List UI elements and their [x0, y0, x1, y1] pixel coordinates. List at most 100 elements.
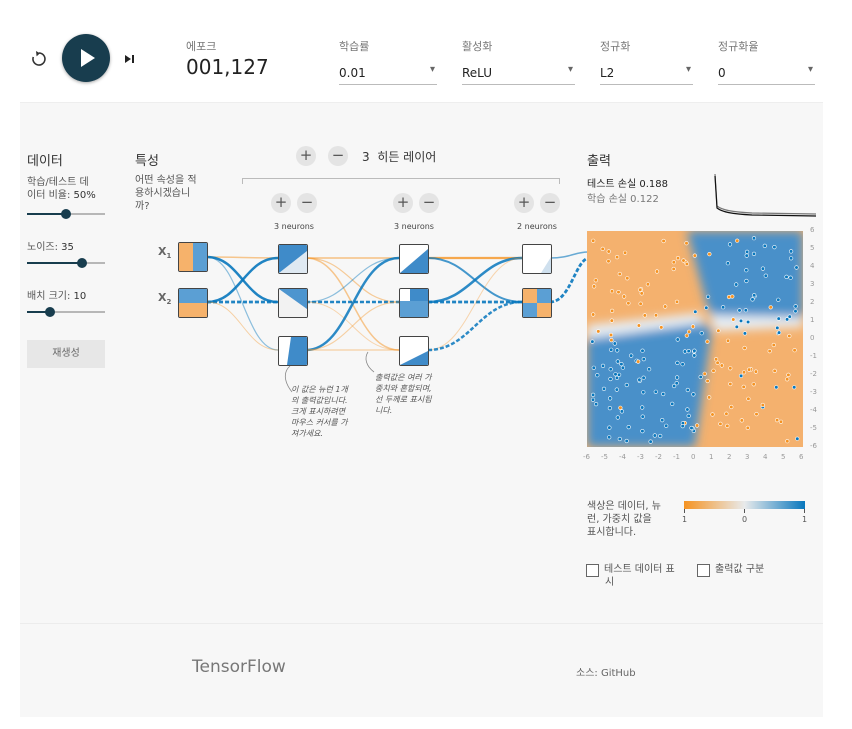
data-point — [692, 253, 697, 258]
hidden-neuron[interactable] — [278, 336, 308, 366]
data-point — [607, 406, 613, 411]
data-point — [674, 375, 680, 380]
legend-tick-label: 1 — [802, 515, 808, 524]
data-point — [612, 341, 617, 346]
data-point — [619, 409, 625, 414]
data-point — [745, 425, 750, 430]
hidden-neuron[interactable] — [278, 288, 308, 318]
data-point — [684, 261, 689, 267]
data-point — [718, 421, 723, 426]
data-point — [731, 317, 736, 322]
data-point — [591, 238, 596, 243]
annotation1-line: 마우스 커서를 가 — [291, 418, 348, 427]
data-point — [747, 367, 752, 372]
data-point — [614, 375, 620, 380]
y-tick-label: 6 — [810, 226, 815, 234]
data-point — [787, 333, 792, 339]
neuron-heatmap — [400, 245, 428, 273]
data-point — [661, 391, 666, 397]
hidden-neuron[interactable] — [399, 288, 429, 318]
data-point — [685, 407, 690, 412]
hidden-neuron[interactable] — [278, 244, 308, 274]
data-point — [640, 405, 645, 410]
hidden-neuron[interactable] — [522, 288, 552, 318]
data-point — [671, 266, 676, 272]
data-point — [610, 308, 615, 313]
x-tick-label: -3 — [637, 453, 644, 461]
feature-node-x1[interactable] — [178, 242, 208, 272]
neuron-heatmap — [523, 245, 551, 273]
data-point — [618, 405, 623, 410]
data-point — [692, 348, 697, 353]
data-point — [753, 369, 758, 374]
legend-text-line: 런, 가중치 값을 — [587, 514, 652, 525]
data-point — [608, 396, 613, 401]
discretize-output-label: 출력값 구분 — [715, 564, 765, 575]
x-tick-label: -6 — [583, 453, 590, 461]
data-point — [793, 304, 798, 309]
output-heatmap[interactable] — [587, 231, 803, 447]
data-point — [789, 249, 794, 254]
data-point — [616, 289, 621, 295]
y-tick-label: 3 — [810, 280, 815, 288]
data-point — [638, 287, 643, 292]
data-point — [771, 342, 776, 348]
data-point — [686, 348, 691, 354]
data-point — [621, 294, 627, 299]
data-point — [640, 414, 645, 419]
source-link[interactable]: 소스: GitHub — [576, 664, 636, 679]
data-point — [760, 402, 765, 408]
footer: TensorFlow 소스: GitHub — [20, 623, 823, 717]
data-point — [704, 305, 709, 310]
data-point — [606, 249, 611, 254]
link — [427, 256, 523, 304]
data-point — [614, 387, 619, 392]
data-point — [751, 382, 756, 387]
data-point — [606, 259, 611, 264]
annotation2-line: 중치와 혼합되며, — [375, 384, 432, 393]
show-test-label-line: 테스트 데이터 표 — [604, 564, 675, 575]
feature-node-x2[interactable] — [178, 288, 208, 318]
data-point — [746, 396, 751, 401]
x-tick-label: 5 — [781, 453, 786, 461]
link — [305, 257, 400, 303]
data-point — [686, 413, 691, 418]
data-point — [689, 425, 694, 431]
y-tick-label: -3 — [810, 388, 817, 396]
data-point — [617, 271, 622, 277]
data-point — [684, 333, 689, 338]
neuron-heatmap — [279, 245, 307, 273]
data-point — [690, 324, 696, 329]
show-test-data-checkbox[interactable] — [586, 564, 599, 577]
x-tick-label: 6 — [799, 453, 804, 461]
discretize-output-checkbox[interactable] — [697, 564, 710, 577]
neuron-heatmap — [400, 289, 428, 317]
color-legend-bar — [684, 501, 805, 509]
data-point — [744, 268, 749, 273]
node-fill-blue — [193, 243, 207, 271]
data-point — [784, 274, 789, 280]
weight-annotation: 출력값은 여러 가 중치와 혼합되며, 선 두께로 표시됩 니다. — [375, 372, 453, 416]
data-point — [760, 266, 765, 271]
hidden-neuron[interactable] — [522, 244, 552, 274]
data-point — [595, 373, 600, 378]
data-point — [639, 291, 644, 296]
hidden-neuron[interactable] — [399, 336, 429, 366]
data-point — [661, 238, 666, 244]
data-point — [624, 382, 629, 388]
annotation2-line: 니다. — [375, 406, 393, 415]
annotation2-line: 선 두께로 표시됩 — [375, 395, 432, 404]
show-test-label-line: 시 — [605, 577, 615, 588]
data-point — [609, 337, 614, 343]
data-point — [767, 348, 772, 354]
hidden-neuron[interactable] — [399, 244, 429, 274]
data-point — [739, 418, 744, 423]
data-point — [619, 362, 624, 367]
data-point — [629, 353, 634, 358]
data-point — [725, 338, 731, 343]
data-point — [724, 411, 729, 416]
data-point — [705, 339, 710, 344]
annotation1-line: 이 값은 뉴런 1개 — [291, 385, 348, 394]
x-tick-label: 2 — [727, 453, 732, 461]
data-point — [741, 384, 746, 389]
